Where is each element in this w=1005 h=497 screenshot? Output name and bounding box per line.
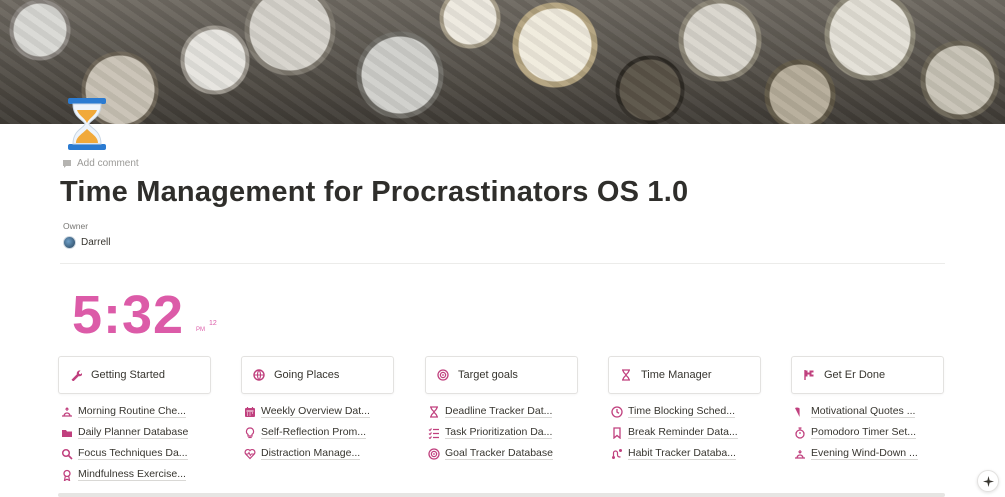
page-link[interactable]: Focus Techniques Da... [58,443,211,464]
page-link[interactable]: Deadline Tracker Dat... [425,401,578,422]
page-link-label: Evening Wind-Down ... [811,447,918,460]
stopwatch-icon [795,426,805,439]
owner-property-label[interactable]: Owner [63,221,88,231]
page-link-label: Distraction Manage... [261,447,361,460]
ai-assistant-button[interactable] [977,470,999,492]
clock-ampm: PM [196,327,205,333]
page-link-label: Weekly Overview Dat... [261,405,370,418]
link-list: Time Blocking Sched... Break Reminder Dat… [608,401,761,464]
page-link[interactable]: Morning Routine Che... [58,401,211,422]
add-comment-button[interactable]: Add comment [62,158,139,169]
owner-name: Darrell [81,237,111,248]
hourglass-icon [430,405,438,418]
avatar [63,236,76,249]
clock-icon [611,405,623,418]
section-card-4[interactable]: Get Er Done [791,356,944,394]
bookmark-icon [613,426,621,439]
sparkle-icon [982,475,994,487]
book-icon [795,407,800,417]
target-icon [428,447,440,460]
column-2: Target goals Deadline Tracker Dat... Task … [425,356,578,464]
sunset-icon [795,449,805,459]
page-title[interactable]: Time Management for Procrastinators OS 1… [60,176,688,209]
sunrise-icon [62,406,72,417]
globe-icon [253,369,265,381]
flag-icon [804,370,814,380]
divider [60,263,945,264]
page-link-label: Mindfulness Exercise... [78,468,186,481]
page-link[interactable]: Daily Planner Database [58,422,211,443]
link-list: Deadline Tracker Dat... Task Prioritizati… [425,401,578,464]
section-card-label: Get Er Done [824,369,886,381]
page-link-label: Morning Routine Che... [78,405,186,418]
page-link-label: Focus Techniques Da... [78,447,188,460]
page-link[interactable]: Time Blocking Sched... [608,401,761,422]
column-4: Get Er Done Motivational Quotes ... Pomodo… [791,356,944,464]
page-link-label: Self-Reflection Prom... [261,426,367,439]
page-link[interactable]: Task Prioritization Da... [425,422,578,443]
section-card-label: Target goals [458,369,518,381]
cover-image [0,0,1005,124]
heart-pulse-icon [244,448,256,459]
link-list: Morning Routine Che... Daily Planner Data… [58,401,211,485]
page-link-label: Task Prioritization Da... [445,426,553,439]
page-link-label: Break Reminder Data... [628,426,738,439]
page-link-label: Time Blocking Sched... [628,405,735,418]
column-1: Going Places Weekly Overview Dat... Self-R… [241,356,394,464]
column-3: Time Manager Time Blocking Sched... Break … [608,356,761,464]
page-link[interactable]: Break Reminder Data... [608,422,761,443]
hourglass-page-icon[interactable] [62,96,112,152]
target-icon [437,369,449,381]
lightbulb-icon [245,426,255,438]
section-card-label: Going Places [274,369,340,381]
search-icon [61,448,73,460]
section-card-2[interactable]: Target goals [425,356,578,394]
page-link[interactable]: Goal Tracker Database [425,443,578,464]
award-icon [63,469,71,481]
section-card-0[interactable]: Getting Started [58,356,211,394]
section-card-1[interactable]: Going Places [241,356,394,394]
page-link-label: Daily Planner Database [78,426,189,439]
page-link-label: Motivational Quotes ... [811,405,916,418]
page-link[interactable]: Mindfulness Exercise... [58,464,211,485]
route-icon [612,448,622,459]
calendar-icon [245,406,255,417]
wrench-icon [71,370,82,381]
page-link-label: Goal Tracker Database [445,447,553,460]
page-link[interactable]: Weekly Overview Dat... [241,401,394,422]
comment-icon [63,159,71,168]
page-link[interactable]: Habit Tracker Databa... [608,443,761,464]
page-link[interactable]: Pomodoro Timer Set... [791,422,944,443]
page-link-label: Deadline Tracker Dat... [445,405,553,418]
section-card-3[interactable]: Time Manager [608,356,761,394]
column-0: Getting Started Morning Routine Che... Dai… [58,356,211,485]
link-list: Motivational Quotes ... Pomodoro Timer Se… [791,401,944,464]
add-comment-label: Add comment [77,158,139,169]
page-link[interactable]: Evening Wind-Down ... [791,443,944,464]
folder-icon [62,429,72,437]
page-link[interactable]: Motivational Quotes ... [791,401,944,422]
section-card-label: Getting Started [91,369,165,381]
page-link-label: Pomodoro Timer Set... [811,426,917,439]
hourglass-icon [622,369,630,381]
horizontal-scrollbar[interactable] [58,493,945,497]
clock-seconds: 12 [209,320,217,327]
owner-property-value[interactable]: Darrell [63,236,110,249]
page-link[interactable]: Self-Reflection Prom... [241,422,394,443]
clock-time: 5:32 [72,285,185,345]
link-list: Weekly Overview Dat... Self-Reflection Pr… [241,401,394,464]
section-card-label: Time Manager [641,369,712,381]
page-link-label: Habit Tracker Databa... [628,447,736,460]
checklist-icon [428,427,439,439]
page-link[interactable]: Distraction Manage... [241,443,394,464]
